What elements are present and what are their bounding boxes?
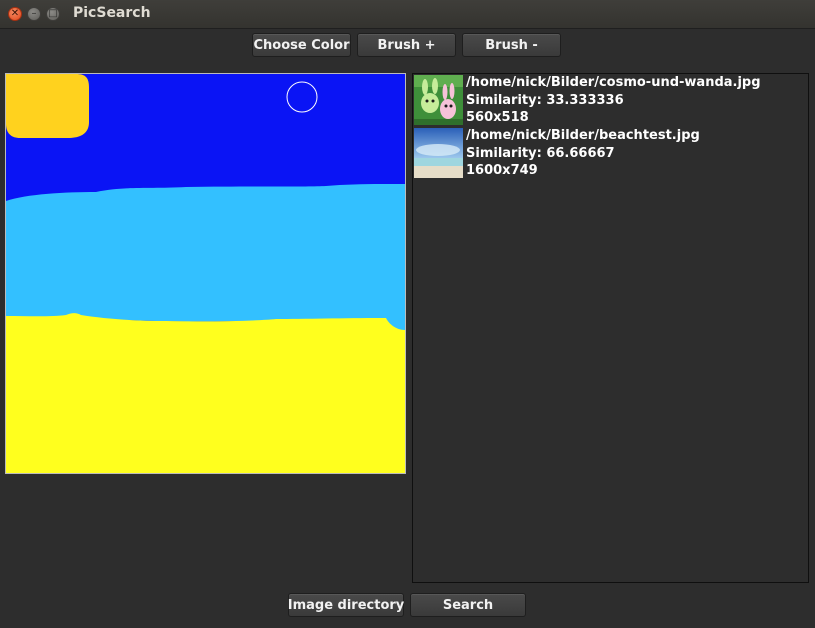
maximize-icon: □ [48,8,58,19]
drawing-canvas[interactable] [5,73,406,474]
result-path: /home/nick/Bilder/beachtest.jpg [466,128,700,143]
search-button[interactable]: Search [410,593,526,617]
brush-minus-button[interactable]: Brush - [462,33,561,57]
sea-region [6,184,405,331]
result-dimensions: 560x518 [466,110,529,125]
beach-thumbnail-icon [414,128,463,178]
result-similarity: Similarity: 33.333336 [466,92,624,108]
choose-color-button[interactable]: Choose Color [252,33,351,57]
window-title: PicSearch [73,5,151,21]
result-dimensions: 1600x749 [466,163,538,178]
sand-region [6,313,405,473]
image-directory-button[interactable]: Image directory [288,593,404,617]
cartoon-thumbnail-icon [414,75,463,125]
results-list[interactable]: /home/nick/Bilder/cosmo-und-wanda.jpg Si… [412,73,809,583]
result-similarity: Similarity: 66.66667 [466,145,615,161]
result-path: /home/nick/Bilder/cosmo-und-wanda.jpg [466,75,761,90]
maximize-window-button[interactable]: □ [46,7,60,21]
minimize-window-button[interactable]: – [27,7,41,21]
close-window-button[interactable]: ✕ [8,7,22,21]
title-bar: ✕ – □ PicSearch [0,0,815,29]
minimize-icon: – [31,8,37,19]
result-item[interactable]: /home/nick/Bilder/cosmo-und-wanda.jpg Si… [413,74,808,126]
brush-plus-button[interactable]: Brush + [357,33,456,57]
close-icon: ✕ [10,8,20,19]
sun-shape [6,74,89,138]
result-item[interactable]: /home/nick/Bilder/beachtest.jpg Similari… [413,127,808,179]
